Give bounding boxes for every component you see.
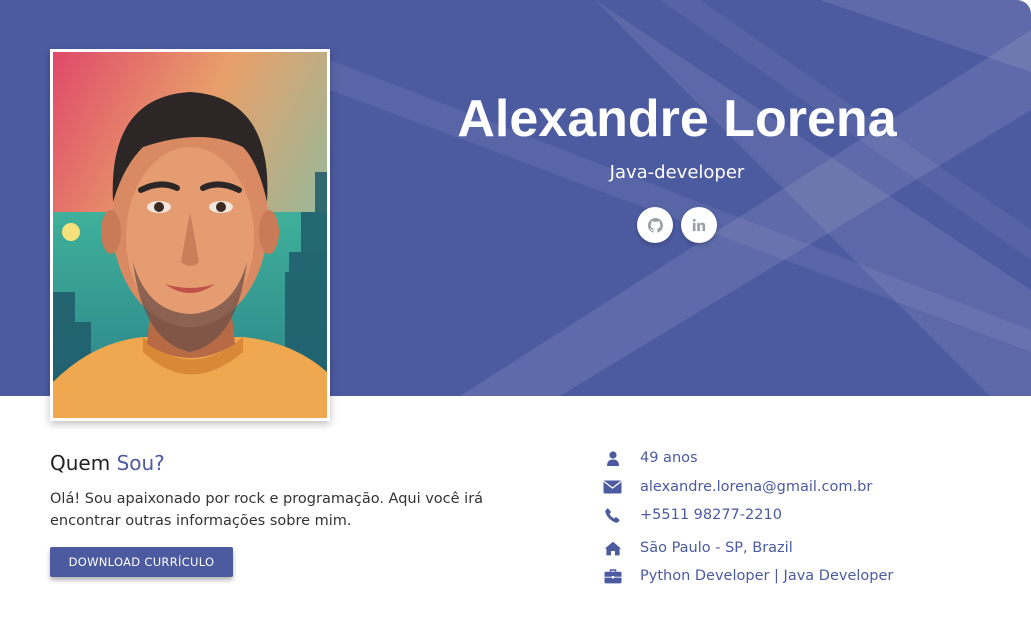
linkedin-button[interactable] [681, 207, 717, 243]
profile-name: Alexandre Lorena [457, 90, 897, 148]
info-occupation-row: Python Developer | Java Developer [603, 565, 893, 587]
info-age: 49 anos [640, 450, 698, 466]
linkedin-icon [692, 218, 706, 232]
info-email[interactable]: alexandre.lorena@gmail.com.br [640, 476, 872, 498]
user-icon [603, 449, 622, 468]
profile-photo [50, 49, 330, 421]
about-heading: Quem Sou? [50, 449, 165, 477]
info-occupation: Python Developer | Java Developer [640, 568, 894, 584]
download-cv-button[interactable]: DOWNLOAD CURRÍCULO [50, 547, 233, 577]
phone-icon [603, 506, 622, 525]
about-description: Olá! Sou apaixonado por rock e programaç… [50, 491, 484, 529]
social-links [637, 207, 717, 243]
info-phone[interactable]: +5511 98277-2210 [640, 504, 782, 526]
info-email-row: alexandre.lorena@gmail.com.br [603, 476, 872, 498]
github-button[interactable] [637, 207, 673, 243]
envelope-icon [603, 478, 622, 497]
github-icon [647, 217, 663, 233]
info-location-row: São Paulo - SP, Brazil [603, 537, 793, 559]
info-location: São Paulo - SP, Brazil [640, 540, 793, 556]
info-age-row: 49 anos [603, 447, 698, 469]
about-heading-prefix: Quem [50, 451, 111, 475]
about-heading-accent: Sou? [116, 451, 165, 475]
profile-page: Alexandre Lorena Java-developer Quem Sou… [0, 0, 1031, 625]
avatar-illustration [53, 52, 327, 418]
briefcase-icon [603, 567, 622, 586]
home-icon [603, 539, 622, 558]
profile-title: Java-developer [609, 162, 745, 183]
info-phone-row: +5511 98277-2210 [603, 504, 782, 526]
